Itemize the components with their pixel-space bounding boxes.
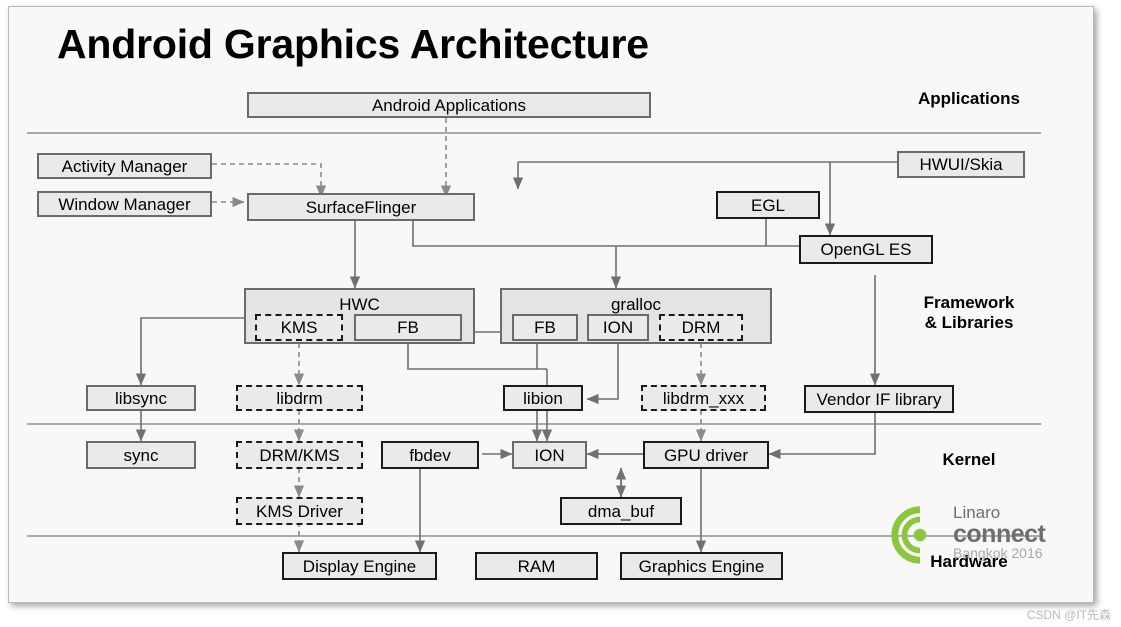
node-gralloc-ion[interactable]: ION	[587, 314, 649, 341]
node-hwc-kms[interactable]: KMS	[255, 314, 343, 341]
node-window-manager[interactable]: Window Manager	[37, 191, 212, 217]
node-dma-buf[interactable]: dma_buf	[560, 497, 682, 525]
node-kms-driver[interactable]: KMS Driver	[236, 497, 363, 525]
slide-frame: Android Graphics Architecture Applicatio…	[8, 6, 1094, 603]
section-label-applications: Applications	[917, 89, 1020, 108]
node-ion[interactable]: ION	[512, 441, 587, 469]
node-egl[interactable]: EGL	[716, 191, 820, 219]
section-label-framework: Framework & Libraries	[923, 293, 1015, 333]
csdn-watermark: CSDN @IT先森	[1026, 608, 1111, 622]
linaro-connect-logo: Linaro connect Bangkok 2016	[889, 502, 1064, 574]
page-title: Android Graphics Architecture	[57, 21, 649, 67]
node-libdrm-xxx[interactable]: libdrm_xxx	[641, 385, 766, 411]
node-surfaceflinger[interactable]: SurfaceFlinger	[247, 193, 475, 221]
node-gralloc-drm[interactable]: DRM	[659, 314, 743, 341]
node-opengl-es[interactable]: OpenGL ES	[799, 235, 933, 264]
node-hwc-fb[interactable]: FB	[354, 314, 462, 341]
node-libdrm[interactable]: libdrm	[236, 385, 363, 411]
node-display-engine[interactable]: Display Engine	[282, 552, 437, 580]
group-gralloc-title: gralloc	[610, 295, 662, 314]
logo-line-connect: connect	[953, 520, 1046, 548]
node-android-applications[interactable]: Android Applications	[247, 92, 651, 118]
node-gralloc-fb[interactable]: FB	[512, 314, 578, 341]
screenshot-root: Android Graphics Architecture Applicatio…	[0, 0, 1121, 627]
node-gpu-driver[interactable]: GPU driver	[643, 441, 769, 469]
node-libion[interactable]: libion	[503, 385, 583, 411]
node-libsync[interactable]: libsync	[86, 385, 196, 411]
node-drm-kms[interactable]: DRM/KMS	[236, 441, 363, 469]
node-activity-manager[interactable]: Activity Manager	[37, 153, 212, 179]
logo-line-city: Bangkok 2016	[953, 545, 1043, 561]
linaro-logo-text: Linaro connect Bangkok 2016	[953, 504, 1046, 561]
section-label-kernel: Kernel	[942, 450, 996, 469]
diagram-canvas: Android Graphics Architecture Applicatio…	[9, 7, 1093, 602]
node-hwui-skia[interactable]: HWUI/Skia	[897, 151, 1025, 178]
node-fbdev[interactable]: fbdev	[381, 441, 479, 469]
node-graphics-engine[interactable]: Graphics Engine	[620, 552, 783, 580]
node-ram[interactable]: RAM	[475, 552, 598, 580]
linaro-logo-icon	[891, 506, 927, 564]
group-hwc-title: HWC	[339, 295, 380, 314]
node-sync[interactable]: sync	[86, 441, 196, 469]
node-vendor-if-library[interactable]: Vendor IF library	[804, 385, 954, 413]
